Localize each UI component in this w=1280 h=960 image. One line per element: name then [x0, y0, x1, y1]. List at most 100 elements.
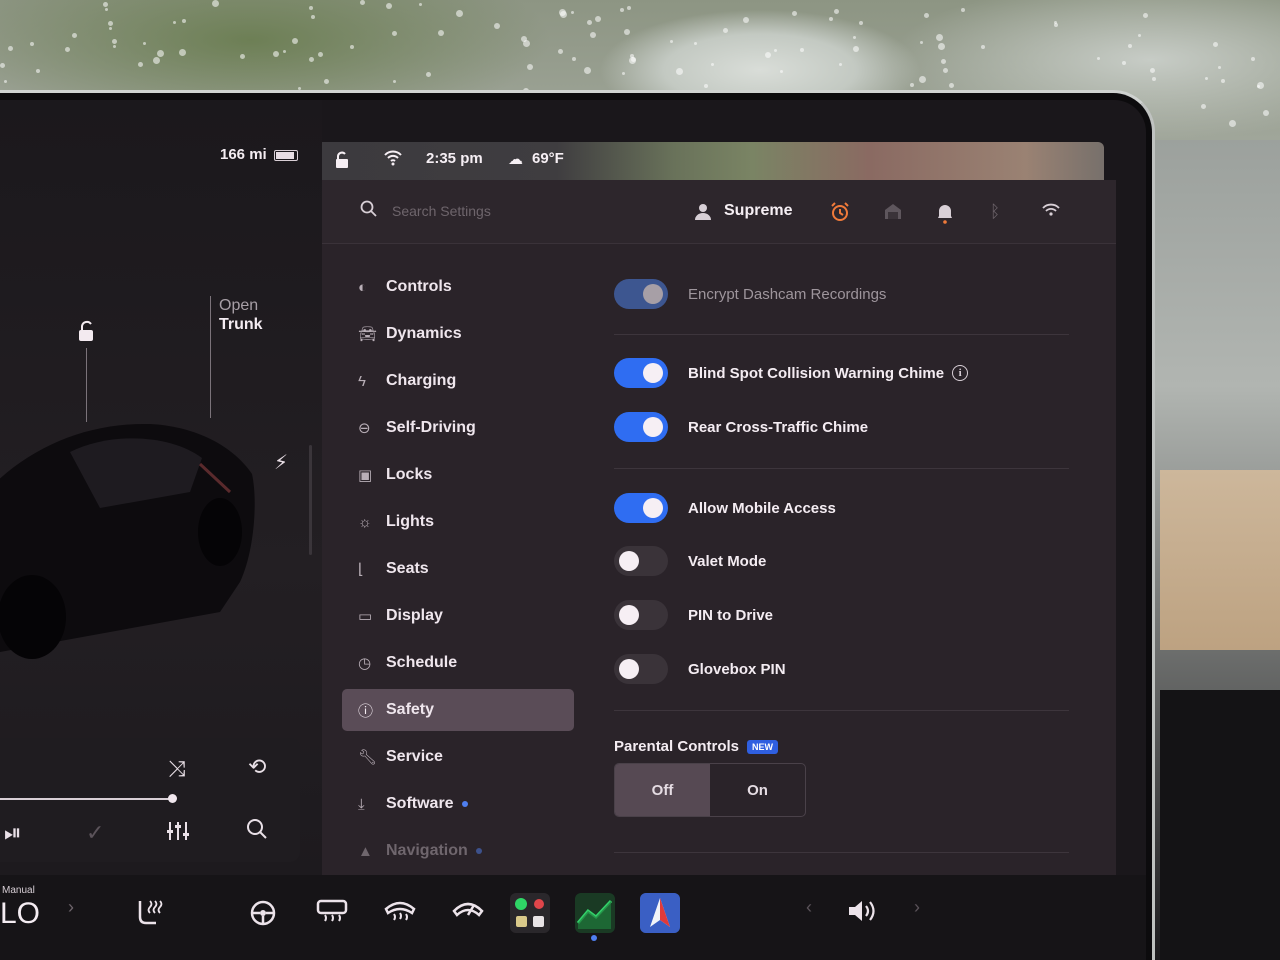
settings-panel: Supreme ᛒ ◐ Controls 🚘︎ Dynamics — [322, 180, 1116, 875]
sidebar-item-self-driving[interactable]: ⊖ Self-Driving — [342, 407, 574, 449]
rain-drop — [1143, 13, 1148, 18]
play-pause-icon[interactable]: ⏯ — [4, 820, 22, 846]
parental-controls-off-button[interactable]: Off — [615, 764, 710, 816]
sidebar-item-navigation[interactable]: ▲ Navigation — [342, 830, 574, 872]
blind-spot-chime-toggle[interactable] — [614, 358, 668, 388]
bolt-icon: ϟ — [358, 372, 366, 390]
sidebar-item-controls[interactable]: ◐ Controls — [342, 266, 574, 308]
front-defrost-icon[interactable] — [384, 897, 416, 932]
media-progress-bar[interactable] — [0, 798, 172, 800]
equalizer-icon[interactable] — [166, 820, 190, 848]
car-icon: 🚘︎ — [358, 326, 378, 343]
wrench-icon: 🔧︎ — [358, 749, 378, 766]
update-dot — [461, 801, 468, 807]
notification-bell-icon[interactable] — [936, 202, 954, 229]
parental-controls-on-button[interactable]: On — [710, 764, 805, 816]
battery-icon — [274, 150, 298, 161]
rear-cross-traffic-toggle[interactable] — [614, 412, 668, 442]
alarm-clock-icon[interactable] — [830, 202, 850, 227]
rain-drop — [622, 72, 625, 75]
sidebar-item-label: Display — [386, 607, 443, 624]
rain-drop — [792, 11, 797, 16]
mobile-access-label: Allow Mobile Access — [688, 499, 836, 517]
shuffle-icon[interactable]: ⤨ — [168, 756, 186, 782]
rain-drop — [853, 36, 856, 39]
sidebar-item-service[interactable]: 🔧︎ Service — [342, 736, 574, 778]
pin-to-drive-toggle[interactable] — [614, 600, 668, 630]
sidebar-item-locks[interactable]: ▣ Locks — [342, 454, 574, 496]
sidebar-item-lights[interactable]: ☼ Lights — [342, 501, 574, 543]
mobile-access-toggle[interactable] — [614, 493, 668, 523]
open-trunk-button[interactable]: Open Trunk — [219, 296, 263, 334]
rain-drop — [273, 51, 279, 57]
lock-icon: ▣ — [358, 467, 373, 484]
rear-cross-traffic-row[interactable]: Rear Cross-Traffic Chime — [614, 407, 1074, 447]
sidebar-item-schedule[interactable]: ◷ Schedule — [342, 642, 574, 684]
rain-drop — [774, 49, 777, 52]
seat-heater-icon[interactable] — [134, 897, 164, 934]
valet-mode-row[interactable]: Valet Mode — [614, 541, 1074, 581]
pin-to-drive-row[interactable]: PIN to Drive — [614, 595, 1074, 635]
media-search-icon[interactable] — [246, 818, 268, 846]
navigation-app-icon[interactable] — [640, 893, 680, 933]
toggle-icon: ◐ — [358, 278, 368, 296]
profile-icon[interactable] — [694, 202, 714, 222]
glovebox-pin-toggle[interactable] — [614, 654, 668, 684]
rain-drop — [839, 63, 842, 66]
rain-drop — [711, 63, 714, 66]
search-icon[interactable] — [360, 200, 378, 223]
profile-name[interactable]: Supreme — [724, 202, 792, 220]
info-icon[interactable]: i — [952, 365, 969, 381]
rain-drop — [527, 64, 533, 70]
rain-drop — [627, 6, 631, 10]
sidebar-item-software[interactable]: ⤓ Software — [342, 783, 574, 825]
panel-scrollbar[interactable] — [309, 445, 312, 555]
encrypt-dashcam-toggle[interactable] — [614, 279, 668, 309]
clock-icon: ◷ — [358, 655, 372, 672]
sidebar-item-charging[interactable]: ϟ Charging — [342, 360, 574, 402]
rain-drop — [624, 29, 630, 35]
unlock-icon[interactable] — [76, 320, 98, 350]
volume-left-chevron-icon[interactable]: ‹ — [806, 897, 812, 918]
volume-right-chevron-icon[interactable]: › — [914, 897, 920, 918]
volume-speaker-icon[interactable] — [846, 897, 878, 932]
repeat-icon[interactable]: ⟲ — [248, 754, 266, 780]
temp-increase-chevron-icon[interactable]: › — [68, 897, 74, 918]
sidebar-item-label: Software — [386, 795, 454, 812]
sidebar-item-seats[interactable]: ⌊ Seats — [342, 548, 574, 590]
media-progress-knob[interactable] — [168, 794, 177, 803]
lock-status-icon[interactable] — [334, 151, 350, 173]
charge-port-icon[interactable]: ⚡ — [274, 450, 288, 475]
display-icon: ▭ — [358, 608, 373, 625]
blind-spot-chime-row[interactable]: Blind Spot Collision Warning Chime i — [614, 353, 1074, 393]
sidebar-item-dynamics[interactable]: 🚘︎ Dynamics — [342, 313, 574, 355]
rain-drop — [938, 43, 945, 50]
app-launcher-icon[interactable] — [510, 893, 550, 933]
garage-icon[interactable] — [884, 202, 902, 225]
rain-drop — [1229, 120, 1236, 127]
sidebar-item-label: Controls — [386, 278, 452, 295]
glovebox-pin-row[interactable]: Glovebox PIN — [614, 649, 1074, 689]
rain-drop — [1097, 57, 1100, 60]
sidebar-item-display[interactable]: ▭ Display — [342, 595, 574, 637]
valet-mode-toggle[interactable] — [614, 546, 668, 576]
rear-defrost-icon[interactable] — [316, 897, 348, 932]
steering-heater-icon[interactable] — [248, 897, 278, 934]
rain-drop — [981, 45, 985, 49]
wifi-icon[interactable] — [1042, 202, 1060, 222]
rain-drop — [240, 54, 245, 59]
rain-drop — [311, 15, 315, 19]
energy-app-icon[interactable] — [575, 893, 615, 933]
wiper-icon[interactable] — [452, 897, 484, 932]
encrypt-dashcam-row[interactable]: Encrypt Dashcam Recordings — [614, 274, 1074, 314]
rain-drop — [8, 46, 13, 51]
sidebar-item-safety[interactable]: ⓘ Safety — [342, 689, 574, 731]
search-settings-input[interactable] — [392, 198, 612, 224]
driver-temperature[interactable]: LO — [0, 897, 40, 931]
parental-controls-segment: Off On — [614, 763, 806, 817]
bluetooth-icon[interactable]: ᛒ — [990, 202, 1000, 222]
rain-drop — [670, 40, 673, 43]
checkmark-icon[interactable]: ✓ — [86, 820, 104, 846]
rain-drop — [438, 30, 444, 36]
mobile-access-row[interactable]: Allow Mobile Access — [614, 488, 1074, 528]
